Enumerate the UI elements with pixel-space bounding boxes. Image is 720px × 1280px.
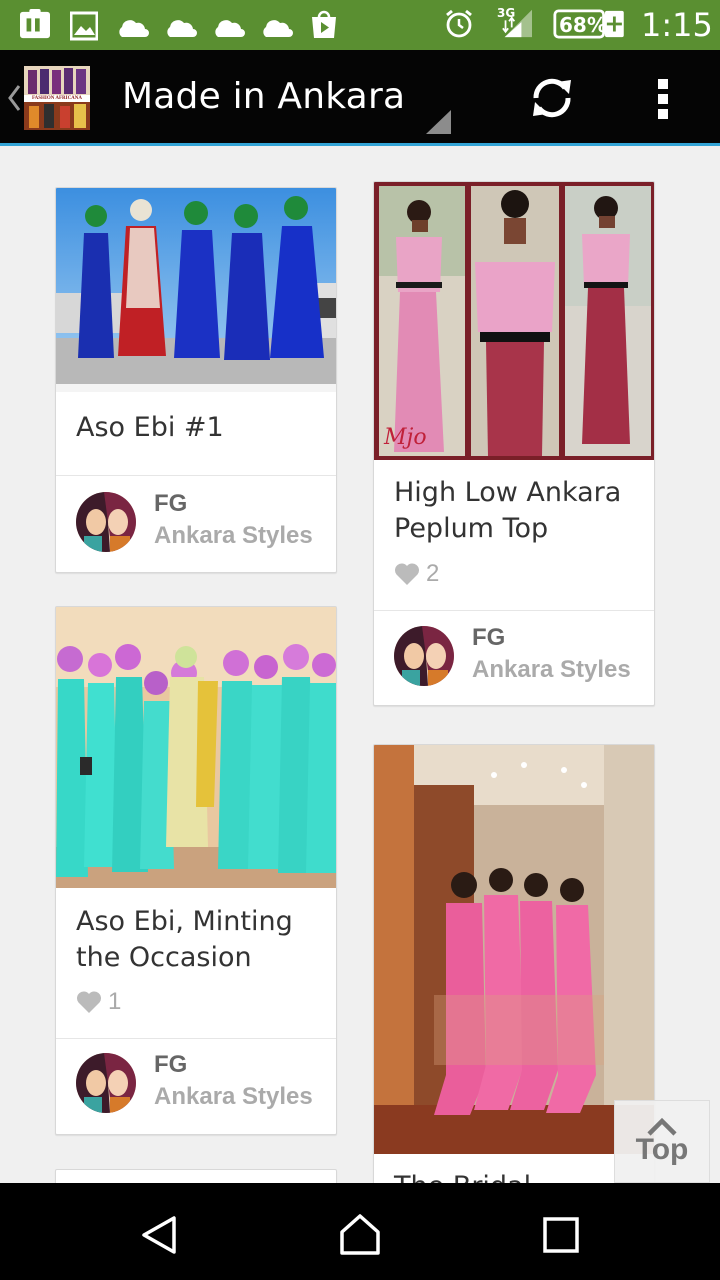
app-logo[interactable]: FASHION AFRICANA: [24, 66, 90, 130]
pin-board-name[interactable]: Ankara Styles: [154, 522, 313, 550]
alarm-icon: [446, 9, 472, 38]
pin-card[interactable]: Aso Ebi, Minting the Occasion 1 FG Ankar…: [55, 606, 337, 1135]
recents-icon[interactable]: [543, 1217, 579, 1253]
avatar[interactable]: [76, 492, 136, 552]
navigation-bar: [0, 1183, 720, 1280]
image-icon: [70, 11, 98, 41]
likes: 2: [394, 560, 439, 588]
pin-title[interactable]: Aso Ebi, Minting the Occasion: [76, 904, 326, 976]
app-icon: [20, 9, 50, 39]
pin-image[interactable]: Mjo: [374, 182, 654, 460]
like-count: 1: [108, 988, 122, 1015]
pin-feed[interactable]: Aso Ebi #1 FG Ankara Styles Mjo High Low…: [0, 146, 720, 1183]
spinner-dropdown-indicator[interactable]: [426, 110, 452, 134]
likes: 1: [76, 988, 121, 1016]
pin-title[interactable]: Aso Ebi #1: [76, 410, 326, 446]
cloud-icon: [167, 20, 197, 37]
pin-title[interactable]: High Low Ankara Peplum Top: [394, 475, 644, 547]
pin-card[interactable]: Mjo High Low Ankara Peplum Top 2 FG Anka…: [373, 181, 655, 706]
pin-card[interactable]: [55, 1169, 337, 1183]
pin-image[interactable]: [374, 745, 654, 1154]
back-chevron-icon[interactable]: [6, 84, 22, 112]
status-bar: 3G 68% 1:15: [0, 0, 720, 50]
scroll-to-top-button[interactable]: Top: [614, 1100, 710, 1183]
divider: [56, 1038, 336, 1039]
battery-percent: 68%: [559, 13, 607, 37]
divider: [56, 475, 336, 476]
cloud-icon: [215, 20, 245, 37]
pin-user-name[interactable]: FG: [154, 490, 187, 518]
page-title[interactable]: Made in Ankara: [122, 76, 405, 117]
avatar[interactable]: [394, 626, 454, 686]
heart-icon: [394, 563, 420, 585]
back-icon[interactable]: [140, 1215, 180, 1255]
like-count: 2: [426, 560, 440, 587]
action-bar: FASHION AFRICANA Made in Ankara: [0, 50, 720, 146]
pin-card[interactable]: The Bridal: [373, 744, 655, 1183]
pin-card[interactable]: Aso Ebi #1 FG Ankara Styles: [55, 187, 337, 573]
home-icon[interactable]: [338, 1212, 382, 1256]
pin-board-name[interactable]: Ankara Styles: [472, 656, 631, 684]
pin-title[interactable]: The Bridal: [394, 1169, 644, 1183]
cloud-icon: [119, 20, 149, 37]
pin-board-name[interactable]: Ankara Styles: [154, 1083, 313, 1111]
overflow-menu-icon[interactable]: [656, 77, 670, 121]
divider: [374, 610, 654, 611]
pin-user-name[interactable]: FG: [154, 1051, 187, 1079]
pin-image[interactable]: [56, 188, 336, 392]
pin-user-name[interactable]: FG: [472, 624, 505, 652]
avatar[interactable]: [76, 1053, 136, 1113]
cloud-icon: [263, 20, 293, 37]
clock: 1:15: [641, 6, 713, 44]
pin-image[interactable]: [56, 607, 336, 888]
play-store-icon: [312, 10, 336, 38]
svg-text:Mjo: Mjo: [383, 425, 427, 450]
signal-icon: [502, 9, 532, 38]
refresh-icon[interactable]: [527, 73, 577, 123]
scroll-to-top-label: Top: [635, 1132, 689, 1166]
heart-icon: [76, 991, 102, 1013]
app-logo-text: FASHION AFRICANA: [31, 96, 83, 101]
